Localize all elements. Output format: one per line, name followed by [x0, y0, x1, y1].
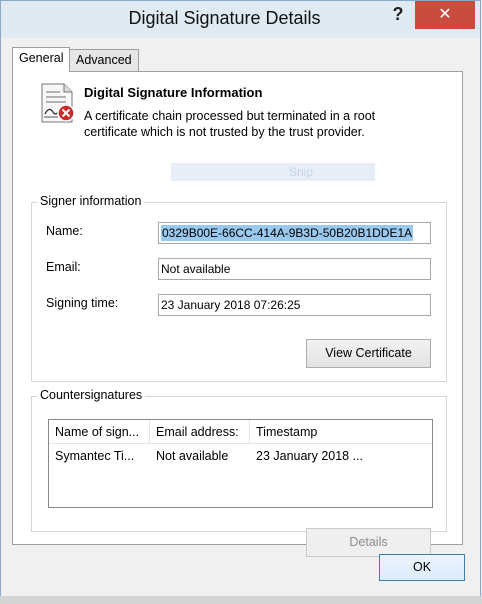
ghost-overlay-text: Snip [171, 163, 375, 181]
cell-timestamp: 23 January 2018 ... [256, 449, 364, 463]
tab-advanced[interactable]: Advanced [69, 49, 139, 71]
dialog-client-area: General Advanced Snip Digital Signature … [1, 38, 480, 601]
title-bar[interactable]: Digital Signature Details ? ✕ [1, 1, 480, 38]
list-header: Name of sign... Email address: Timestamp [49, 420, 432, 444]
signing-time-label: Signing time: [46, 296, 119, 310]
tab-general[interactable]: General [12, 47, 71, 72]
view-certificate-button[interactable]: View Certificate [306, 339, 431, 368]
countersignatures-group-title: Countersignatures [37, 388, 146, 402]
signer-information-group: Signer information Name: 0329B00E-66CC-4… [31, 194, 447, 382]
column-header-timestamp[interactable]: Timestamp [250, 420, 433, 444]
name-label: Name: [46, 224, 83, 238]
info-text: A certificate chain processed but termin… [84, 109, 376, 139]
dialog-window: Digital Signature Details ? ✕ General Ad… [0, 0, 481, 602]
email-label: Email: [46, 260, 81, 274]
signer-group-title: Signer information [37, 194, 145, 208]
general-tab-panel: Snip Digital Signature Information A cer… [12, 71, 463, 557]
email-field[interactable]: Not available [158, 258, 431, 280]
signing-time-field[interactable]: 23 January 2018 07:26:25 [158, 294, 431, 316]
cell-name: Symantec Ti... [55, 449, 135, 463]
list-item[interactable]: Symantec Ti... Not available 23 January … [49, 445, 432, 467]
background-strip [0, 596, 482, 604]
close-button[interactable]: ✕ [415, 1, 475, 29]
details-button[interactable]: Details [306, 528, 431, 557]
name-value: 0329B00E-66CC-414A-9B3D-50B20B1DDE1A [161, 225, 414, 241]
window-title: Digital Signature Details [128, 8, 321, 28]
info-heading: Digital Signature Information [84, 85, 263, 100]
certificate-warning-icon [41, 83, 75, 123]
countersignatures-group: Countersignatures Name of sign... Email … [31, 388, 447, 557]
column-header-name[interactable]: Name of sign... [49, 420, 148, 444]
countersignatures-list[interactable]: Name of sign... Email address: Timestamp… [48, 419, 433, 508]
ok-button[interactable]: OK [379, 554, 465, 581]
cell-email: Not available [156, 449, 229, 463]
column-header-email[interactable]: Email address: [150, 420, 249, 444]
name-field[interactable]: 0329B00E-66CC-414A-9B3D-50B20B1DDE1A [158, 222, 431, 244]
help-button[interactable]: ? [381, 1, 415, 29]
